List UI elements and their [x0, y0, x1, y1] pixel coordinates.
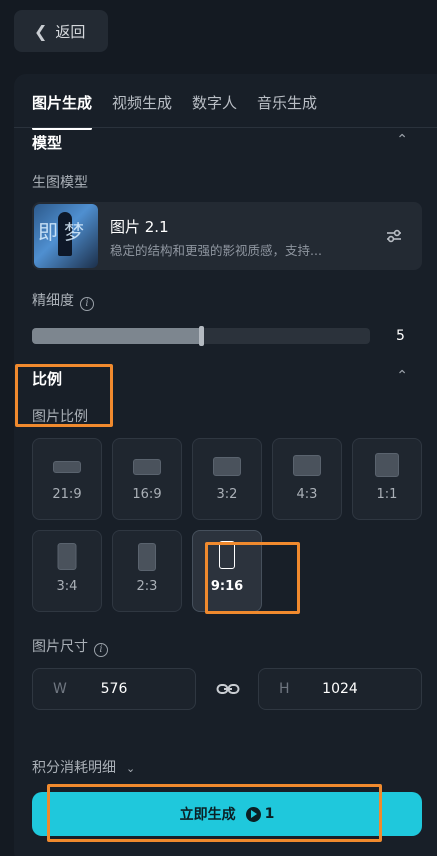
- tab-divider: [14, 127, 437, 128]
- info-icon[interactable]: i: [80, 297, 94, 311]
- ratio-21-9-icon: [53, 461, 81, 473]
- tab-video-generation[interactable]: 视频生成: [112, 92, 172, 128]
- ratio-option-1-1[interactable]: 1:1: [352, 438, 422, 520]
- ratio-option-4-3[interactable]: 4:3: [272, 438, 342, 520]
- generation-panel: 图片生成 视频生成 数字人 音乐生成 模型 ⌃ 生图模型 即梦 图片 2.1 稳…: [14, 74, 437, 856]
- model-section-title: 模型: [32, 134, 63, 152]
- ratio-label: 1:1: [376, 487, 398, 502]
- generate-label: 立即生成: [179, 807, 236, 823]
- info-icon[interactable]: i: [94, 643, 108, 657]
- generate-credits: 1: [264, 806, 275, 822]
- chevron-left-icon: ❮: [34, 21, 48, 41]
- tab-music-generation[interactable]: 音乐生成: [257, 92, 317, 128]
- generate-button[interactable]: 立即生成 1: [32, 792, 422, 836]
- ratio-field-label: 图片比例: [32, 409, 88, 425]
- width-input[interactable]: W 576: [32, 668, 196, 710]
- precision-value: 5: [396, 328, 405, 344]
- ratio-option-3-4[interactable]: 3:4: [32, 530, 102, 612]
- ratio-option-3-2[interactable]: 3:2: [192, 438, 262, 520]
- ratio-option-2-3[interactable]: 2:3: [112, 530, 182, 612]
- tab-image-generation[interactable]: 图片生成: [32, 92, 93, 130]
- ratio-option-9-16[interactable]: 9:16: [192, 530, 262, 612]
- model-thumbnail: 即梦: [34, 204, 98, 268]
- credit-cost-label: 积分消耗明细: [32, 760, 116, 776]
- credit-cost-toggle[interactable]: 积分消耗明细 ⌄: [32, 757, 135, 777]
- precision-slider-fill: [32, 328, 201, 344]
- ratio-section-title: 比例: [32, 370, 63, 388]
- ratio-label: 4:3: [296, 487, 318, 502]
- precision-label: 精细度: [32, 293, 74, 309]
- ratio-3-4-icon: [57, 543, 77, 570]
- tab-digital-human[interactable]: 数字人: [192, 92, 237, 128]
- sliders-settings-icon[interactable]: [384, 226, 404, 246]
- ratio-option-16-9[interactable]: 16:9: [112, 438, 182, 520]
- credit-icon: [245, 806, 261, 822]
- ratio-label: 2:3: [136, 579, 158, 594]
- height-value: 1024: [322, 681, 358, 697]
- ratio-1-1-icon: [375, 453, 399, 477]
- back-label: 返回: [55, 22, 86, 41]
- precision-label-row: 精细度 i: [32, 290, 94, 311]
- model-selector[interactable]: 即梦 图片 2.1 稳定的结构和更强的影视质感，支持...: [32, 202, 422, 270]
- collapse-ratio-icon[interactable]: ⌃: [396, 368, 408, 384]
- ratio-2-3-icon: [138, 543, 156, 571]
- ratio-option-21-9[interactable]: 21:9: [32, 438, 102, 520]
- model-name: 图片 2.1: [110, 218, 169, 236]
- ratio-label: 3:2: [216, 487, 238, 502]
- ratio-3-2-icon: [213, 457, 241, 476]
- thumbnail-logo-text: 即梦: [38, 220, 90, 244]
- width-value: 576: [100, 681, 128, 697]
- size-label: 图片尺寸: [32, 639, 88, 655]
- tab-bar: 图片生成 视频生成 数字人 音乐生成: [32, 92, 337, 130]
- height-input[interactable]: H 1024: [258, 668, 422, 710]
- model-description: 稳定的结构和更强的影视质感，支持...: [110, 243, 322, 258]
- precision-slider-handle[interactable]: [199, 326, 204, 346]
- back-button[interactable]: ❮ 返回: [14, 10, 108, 52]
- ratio-16-9-icon: [133, 459, 161, 475]
- ratio-9-16-icon: [219, 541, 235, 569]
- ratio-label: 21:9: [52, 487, 82, 502]
- precision-slider[interactable]: [32, 326, 370, 346]
- link-aspect-icon[interactable]: [216, 680, 240, 698]
- model-field-label: 生图模型: [32, 175, 88, 191]
- ratio-4-3-icon: [293, 455, 321, 476]
- collapse-model-icon[interactable]: ⌃: [396, 132, 408, 148]
- ratio-label: 3:4: [56, 579, 78, 594]
- ratio-label: 9:16: [210, 579, 244, 594]
- chevron-down-icon: ⌄: [126, 762, 136, 775]
- ratio-label: 16:9: [132, 487, 162, 502]
- size-label-row: 图片尺寸 i: [32, 636, 108, 657]
